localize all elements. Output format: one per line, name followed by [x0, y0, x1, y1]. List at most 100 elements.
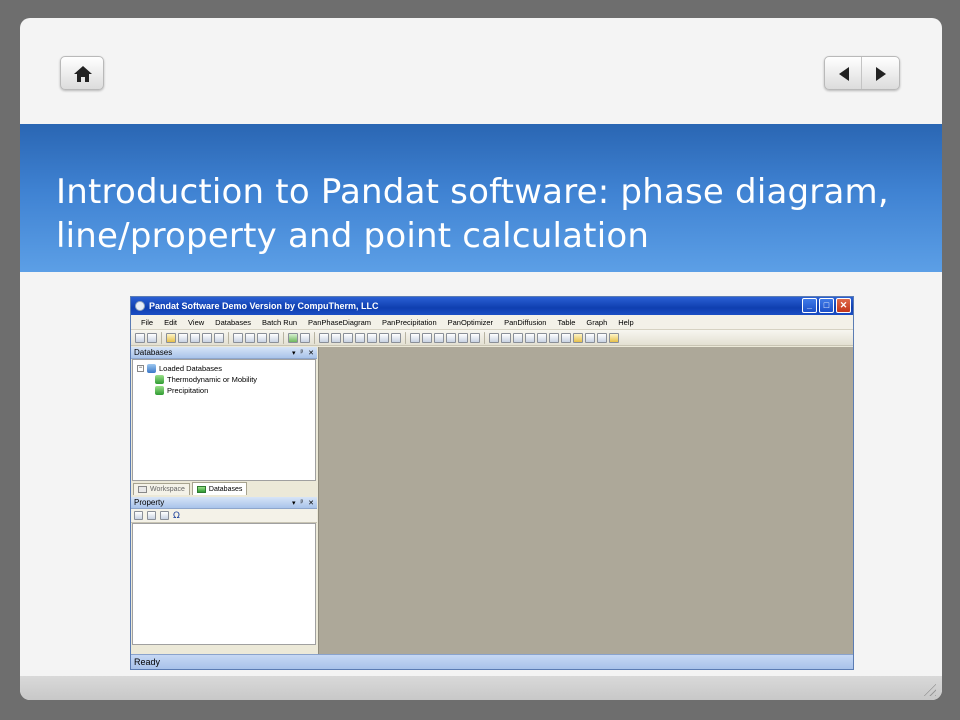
status-text: Ready — [134, 657, 161, 667]
text-icon[interactable] — [597, 332, 607, 343]
collapse-toggle-icon[interactable]: − — [137, 365, 144, 372]
menu-file[interactable]: File — [141, 318, 153, 327]
toolbar-separator — [484, 331, 485, 344]
menu-help[interactable]: Help — [618, 318, 633, 327]
print-preview-icon[interactable] — [202, 332, 212, 343]
menu-graph[interactable]: Graph — [586, 318, 607, 327]
left-pane: Databases ▾ ᵖ ✕ − Loaded Databases Therm… — [131, 347, 317, 655]
axis-icon[interactable] — [501, 332, 511, 343]
databases-panel-title: Databases — [134, 348, 173, 357]
tree-root-label: Loaded Databases — [159, 364, 222, 373]
slide-navigation — [824, 56, 900, 90]
grid-icon[interactable] — [489, 332, 499, 343]
tree-root[interactable]: − Loaded Databases — [137, 363, 311, 374]
triangle-diagram-icon[interactable] — [379, 332, 389, 343]
home-button[interactable] — [60, 56, 104, 90]
graph-add-icon[interactable] — [422, 332, 432, 343]
graph-icon[interactable] — [410, 332, 420, 343]
projection-icon[interactable] — [367, 332, 377, 343]
edit-icon[interactable] — [573, 332, 583, 343]
rotate-icon[interactable] — [561, 332, 571, 343]
point-calc-icon[interactable] — [319, 332, 329, 343]
new-icon[interactable] — [135, 332, 145, 343]
table-icon[interactable] — [300, 332, 310, 343]
save-icon[interactable] — [178, 332, 188, 343]
delete-icon[interactable] — [269, 332, 279, 343]
load-database-icon[interactable] — [288, 332, 298, 343]
panel-dropdown-icon[interactable]: ▾ — [292, 499, 296, 507]
toolbar-separator — [161, 331, 162, 344]
line-calc-icon[interactable] — [331, 332, 341, 343]
panel-dropdown-icon[interactable]: ▾ — [292, 349, 296, 357]
open-folder-icon[interactable] — [166, 332, 176, 343]
label-icon[interactable] — [525, 332, 535, 343]
database-icon — [155, 375, 164, 384]
phase-icon[interactable] — [391, 332, 401, 343]
maximize-button[interactable]: □ — [819, 298, 834, 313]
panel-close-icon[interactable]: ✕ — [308, 349, 314, 357]
graph-edit-icon[interactable] — [434, 332, 444, 343]
property-toolbar: Ω — [131, 509, 317, 523]
databases-tree: − Loaded Databases Thermodynamic or Mobi… — [132, 359, 316, 481]
app-icon — [135, 301, 145, 311]
minimize-button[interactable]: _ — [802, 298, 817, 313]
tree-item-label: Thermodynamic or Mobility — [167, 375, 258, 384]
zoom-icon[interactable] — [549, 332, 559, 343]
copy-icon[interactable] — [245, 332, 255, 343]
toolbar-separator — [405, 331, 406, 344]
menubar: File Edit View Databases Batch Run PanPh… — [131, 315, 853, 330]
save-all-icon[interactable] — [190, 332, 200, 343]
sort-alpha-icon[interactable] — [147, 511, 156, 520]
menu-panoptimizer[interactable]: PanOptimizer — [448, 318, 493, 327]
panel-close-icon[interactable]: ✕ — [308, 499, 314, 507]
toolbar-separator — [314, 331, 315, 344]
databases-icon — [196, 485, 206, 493]
menu-edit[interactable]: Edit — [164, 318, 177, 327]
triangle-right-icon — [876, 67, 887, 81]
next-slide-button[interactable] — [862, 57, 899, 89]
resize-grip-icon[interactable] — [922, 682, 936, 696]
graph-export-icon[interactable] — [458, 332, 468, 343]
toolbar-separator — [228, 331, 229, 344]
graph-data-icon[interactable] — [470, 332, 480, 343]
status-bar: Ready — [131, 654, 853, 669]
bottom-bar — [20, 676, 942, 700]
menu-view[interactable]: View — [188, 318, 204, 327]
database-stack-icon — [147, 364, 156, 373]
main-toolbar — [131, 330, 853, 346]
contour-icon[interactable] — [355, 332, 365, 343]
print-icon[interactable] — [214, 332, 224, 343]
slide: Introduction to Pandat software: phase d… — [20, 18, 942, 700]
menu-databases[interactable]: Databases — [215, 318, 251, 327]
list-icon[interactable] — [585, 332, 595, 343]
close-button[interactable]: ✕ — [836, 298, 851, 313]
tab-workspace[interactable]: Workspace — [133, 483, 190, 495]
menu-panphasediagram[interactable]: PanPhaseDiagram — [308, 318, 371, 327]
new-batch-icon[interactable] — [147, 332, 157, 343]
tree-item[interactable]: Thermodynamic or Mobility — [137, 374, 311, 385]
menu-batch-run[interactable]: Batch Run — [262, 318, 297, 327]
menu-pandiffusion[interactable]: PanDiffusion — [504, 318, 546, 327]
panel-pin-icon[interactable]: ᵖ — [300, 349, 303, 357]
toolbar-separator — [283, 331, 284, 344]
tree-item[interactable]: Precipitation — [137, 385, 311, 396]
tab-databases[interactable]: Databases — [191, 482, 248, 495]
pencil-icon[interactable] — [609, 332, 619, 343]
section-calc-icon[interactable] — [343, 332, 353, 343]
menu-panprecipitation[interactable]: PanPrecipitation — [382, 318, 437, 327]
property-grid — [132, 523, 316, 645]
previous-slide-button[interactable] — [825, 57, 863, 89]
panel-pin-icon[interactable]: ᵖ — [300, 499, 303, 507]
graph-layer-icon[interactable] — [446, 332, 456, 343]
databases-panel-header: Databases ▾ ᵖ ✕ — [131, 347, 317, 359]
categorized-icon[interactable] — [134, 511, 143, 520]
paste-icon[interactable] — [257, 332, 267, 343]
workspace-area[interactable] — [318, 347, 853, 655]
omega-icon[interactable]: Ω — [173, 511, 180, 521]
menu-table[interactable]: Table — [557, 318, 575, 327]
legend-icon[interactable] — [513, 332, 523, 343]
select-icon[interactable] — [537, 332, 547, 343]
slide-title: Introduction to Pandat software: phase d… — [56, 172, 889, 256]
property-pages-icon[interactable] — [160, 511, 169, 520]
cut-icon[interactable] — [233, 332, 243, 343]
